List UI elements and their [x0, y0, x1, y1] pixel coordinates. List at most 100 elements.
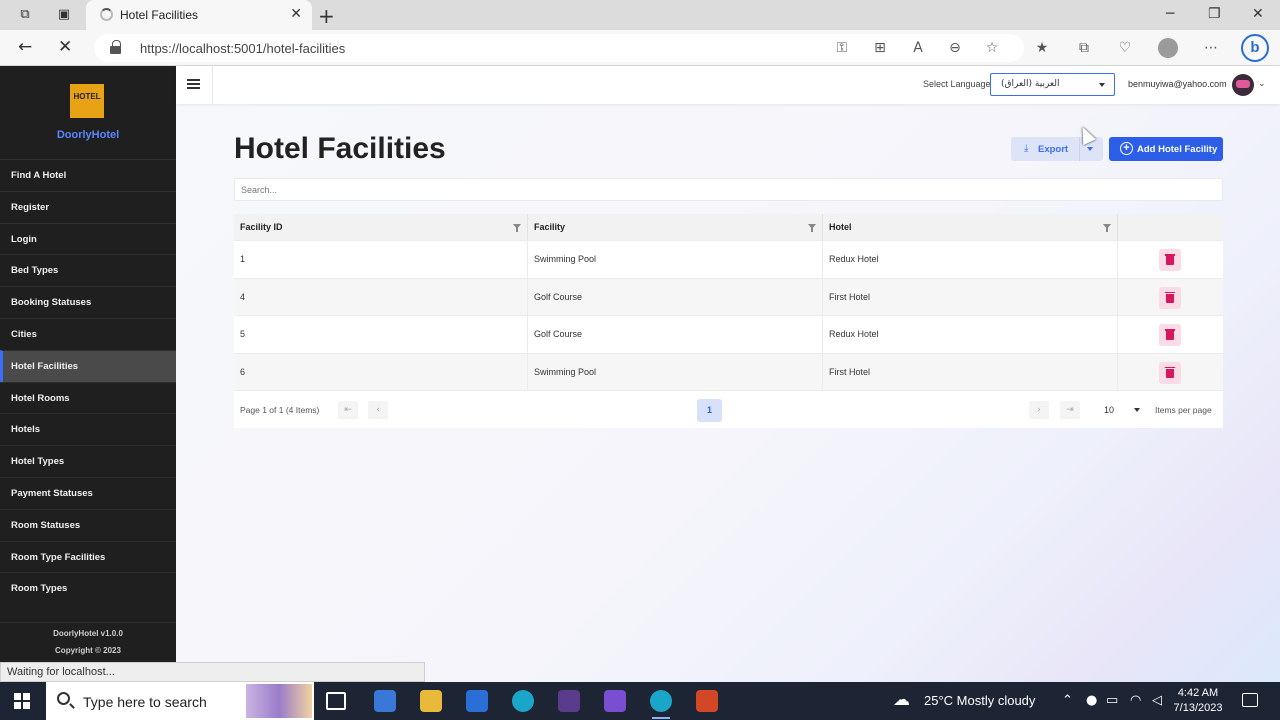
sidebar-item-payment-statuses[interactable]: Payment Statuses: [0, 476, 176, 509]
sidebar-item-room-type-facilities[interactable]: Room Type Facilities: [0, 540, 176, 573]
sidebar-item-find-a-hotel[interactable]: Find A Hotel: [0, 159, 176, 191]
last-page-icon[interactable]: ⇥: [1060, 401, 1080, 419]
read-aloud-icon[interactable]: A: [909, 39, 927, 57]
url-text[interactable]: https://localhost:5001/hotel-facilities: [140, 41, 345, 56]
edge-active-icon[interactable]: [650, 690, 672, 719]
sidebar-footer: DoorlyHotel v1.0.0 Copyright © 2023: [0, 622, 176, 659]
top-bar: Select Language العربية (العراق) benmuyi…: [176, 66, 1280, 104]
tab-actions-icon[interactable]: ▣: [56, 7, 72, 23]
sidebar-item-hotel-rooms[interactable]: Hotel Rooms: [0, 381, 176, 414]
menu-toggle-icon[interactable]: [187, 79, 200, 89]
table-row: 6 Swimming Pool First Hotel: [234, 352, 1223, 391]
delete-button[interactable]: [1159, 324, 1181, 346]
sidebar-item-bed-types[interactable]: Bed Types: [0, 254, 176, 286]
first-page-icon[interactable]: ⇤: [338, 401, 358, 419]
more-options-icon[interactable]: ⋯: [1202, 39, 1220, 57]
volume-icon[interactable]: ◁: [1152, 693, 1162, 708]
column-header-facility-id[interactable]: Facility ID: [234, 214, 528, 241]
minimize-icon[interactable]: ─: [1166, 6, 1174, 22]
browser-tab[interactable]: Hotel Facilities ✕: [86, 0, 312, 30]
copyright: Copyright © 2023: [55, 646, 121, 655]
filter-icon[interactable]: [808, 224, 816, 232]
sidebar-item-login[interactable]: Login: [0, 222, 176, 255]
cell-facility: Golf Course: [528, 278, 823, 316]
next-page-icon[interactable]: ›: [1029, 401, 1049, 419]
sidebar-item-register[interactable]: Register: [0, 190, 176, 223]
export-dropdown-icon[interactable]: [1087, 147, 1093, 151]
table-row: 4 Golf Course First Hotel: [234, 277, 1223, 316]
sidebar-item-room-types[interactable]: Room Types: [0, 572, 176, 604]
weather-text[interactable]: 25°C Mostly cloudy: [924, 693, 1035, 708]
visual-studio-icon[interactable]: [604, 690, 626, 712]
loading-spinner-icon: [100, 8, 113, 21]
close-tab-icon[interactable]: ✕: [290, 6, 302, 22]
cell-facility: Swimming Pool: [528, 241, 823, 279]
search-input[interactable]: [235, 179, 1222, 200]
sidebar-item-hotels[interactable]: Hotels: [0, 413, 176, 445]
sidebar-item-room-statuses[interactable]: Room Statuses: [0, 508, 176, 541]
clock[interactable]: 4:42 AM 7/13/2023: [1168, 686, 1228, 716]
notifications-icon[interactable]: [1242, 693, 1258, 707]
add-hotel-facility-button[interactable]: + Add Hotel Facility: [1109, 137, 1223, 161]
workspaces-icon[interactable]: ⧉: [17, 7, 33, 23]
user-menu-chevron-icon[interactable]: ⌄: [1258, 79, 1266, 89]
store-icon[interactable]: [466, 690, 488, 712]
edge-icon[interactable]: [512, 690, 534, 712]
filter-icon[interactable]: [513, 224, 521, 232]
restore-icon[interactable]: ❐: [1208, 6, 1221, 22]
chevron-down-icon: [1134, 408, 1140, 412]
task-view-icon[interactable]: [326, 692, 346, 710]
key-icon[interactable]: ⚿: [833, 39, 851, 57]
filter-icon[interactable]: [1103, 224, 1111, 232]
cell-facility-id: 5: [234, 316, 528, 354]
favorite-star-icon[interactable]: ☆: [983, 39, 1001, 57]
weather-cloud-icon[interactable]: ☁: [893, 690, 910, 710]
file-explorer-icon[interactable]: [420, 690, 442, 712]
profile-icon[interactable]: [1158, 38, 1178, 58]
sidebar-item-hotel-facilities[interactable]: Hotel Facilities: [0, 349, 176, 382]
cell-facility-id: 6: [234, 353, 528, 391]
sidebar-item-hotel-types[interactable]: Hotel Types: [0, 445, 176, 477]
column-header-facility[interactable]: Facility: [528, 214, 823, 241]
hotel-logo[interactable]: HOTEL: [70, 84, 104, 118]
page-size-select[interactable]: 10: [1096, 399, 1146, 421]
lock-icon[interactable]: [110, 40, 121, 54]
brand-name[interactable]: DoorlyHotel: [0, 129, 176, 141]
delete-button[interactable]: [1159, 286, 1181, 309]
prev-page-icon[interactable]: ‹: [368, 401, 388, 419]
powerpoint-icon[interactable]: [696, 690, 718, 712]
terminal-icon[interactable]: [558, 690, 580, 712]
pager-info: Page 1 of 1 (4 Items): [240, 405, 320, 415]
back-icon[interactable]: ←: [18, 37, 32, 57]
favorites-icon[interactable]: ★: [1033, 39, 1051, 57]
user-email[interactable]: benmuyiwa@yahoo.com: [1128, 79, 1227, 89]
mail-icon[interactable]: [374, 690, 396, 712]
column-header-hotel[interactable]: Hotel: [823, 214, 1118, 241]
language-select[interactable]: العربية (العراق): [990, 73, 1115, 96]
windows-start-icon[interactable]: [14, 693, 30, 709]
new-tab-icon[interactable]: +: [318, 4, 335, 28]
close-window-icon[interactable]: ✕: [1252, 6, 1264, 22]
app-available-icon[interactable]: ⊞: [871, 39, 889, 57]
sidebar-menu: Find A Hotel Register Login Bed Types Bo…: [0, 159, 176, 604]
delete-button[interactable]: [1159, 249, 1181, 271]
battery-icon[interactable]: ▭: [1106, 693, 1118, 708]
sidebar-item-cities[interactable]: Cities: [0, 317, 176, 350]
collections-icon[interactable]: ⧉: [1075, 39, 1093, 57]
avatar[interactable]: [1232, 74, 1254, 96]
pager: Page 1 of 1 (4 Items) ⇤ ‹ 1 › ⇥ 10 Items…: [234, 390, 1223, 428]
page-title: Hotel Facilities: [234, 132, 446, 165]
wifi-icon[interactable]: ◠: [1130, 693, 1141, 708]
microphone-icon[interactable]: ●: [1086, 693, 1097, 708]
zoom-icon[interactable]: ⊖: [946, 39, 964, 57]
tray-chevron-up-icon[interactable]: ⌃: [1062, 693, 1073, 708]
stop-loading-icon[interactable]: ✕: [58, 37, 72, 57]
browser-essentials-icon[interactable]: ♡: [1116, 39, 1134, 57]
page-number-button[interactable]: 1: [697, 399, 722, 422]
delete-button[interactable]: [1159, 361, 1181, 384]
sidebar-item-booking-statuses[interactable]: Booking Statuses: [0, 286, 176, 318]
taskbar-search[interactable]: Type here to search: [46, 682, 314, 720]
items-per-page-label: Items per page: [1155, 405, 1212, 415]
cell-hotel: Redux Hotel: [823, 241, 1118, 279]
bing-icon[interactable]: b: [1241, 34, 1269, 62]
